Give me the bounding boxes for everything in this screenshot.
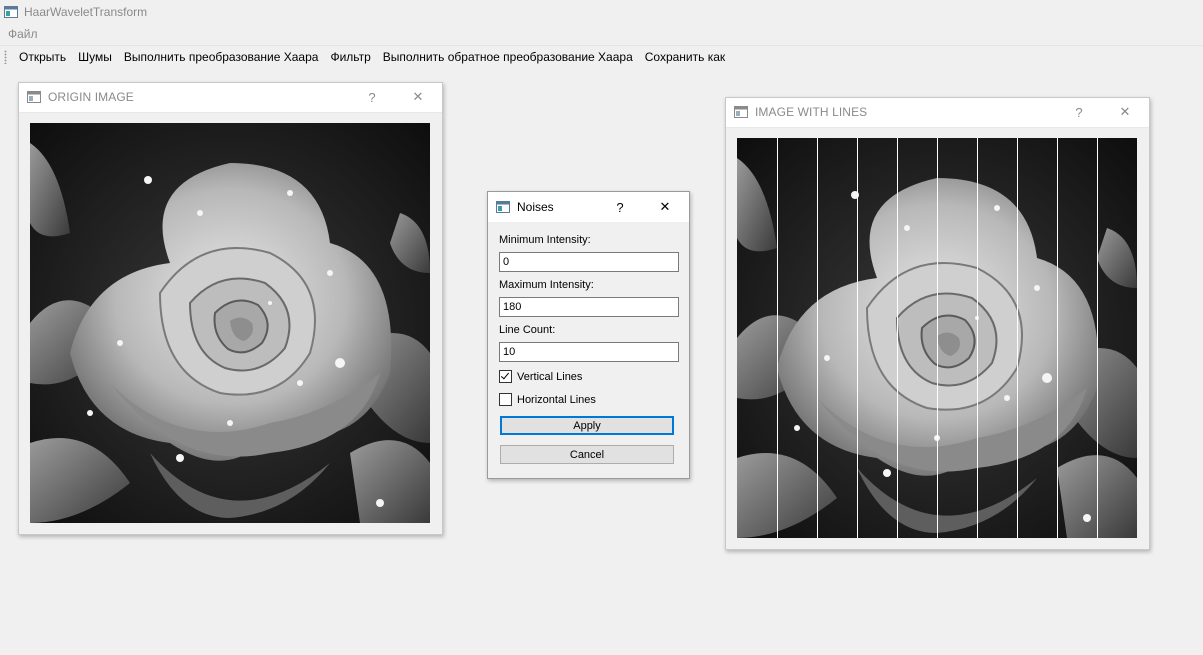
dialog-close-icon[interactable]: ✕ (657, 199, 673, 215)
horizontal-lines-checkbox[interactable] (499, 393, 512, 406)
origin-image-title: ORIGIN IMAGE (48, 90, 134, 104)
line-count-input[interactable] (499, 342, 679, 362)
save-as-button[interactable]: Сохранить как (639, 48, 731, 66)
help-button[interactable]: ? (364, 89, 380, 105)
noises-dialog-title: Noises (517, 200, 554, 214)
image-with-lines-title: IMAGE WITH LINES (755, 105, 868, 119)
toolbar: Открыть Шумы Выполнить преобразование Ха… (0, 45, 1203, 68)
max-intensity-label: Maximum Intensity: (499, 279, 594, 291)
line-count-label: Line Count: (499, 324, 556, 336)
open-button[interactable]: Открыть (13, 48, 72, 66)
vertical-lines-checkbox-row[interactable]: Vertical Lines (499, 370, 582, 383)
noises-dialog: Noises ? ✕ Minimum Intensity: Maximum In… (487, 191, 690, 479)
cancel-button[interactable]: Cancel (500, 445, 674, 464)
origin-image-window: ORIGIN IMAGE ? ✕ (18, 82, 443, 535)
vertical-lines-label: Vertical Lines (517, 370, 583, 383)
noises-button[interactable]: Шумы (72, 48, 118, 66)
dialog-help-button[interactable]: ? (612, 199, 628, 215)
vertical-lines-checkbox[interactable] (499, 370, 512, 383)
menu-file[interactable]: Файл (8, 25, 38, 43)
app-titlebar: HaarWaveletTransform (0, 0, 1203, 23)
toolbar-grip[interactable] (4, 50, 7, 64)
image-with-lines-window: IMAGE WITH LINES ? ✕ (725, 97, 1150, 550)
min-intensity-input[interactable] (499, 252, 679, 272)
dialog-icon (496, 201, 510, 213)
close-icon[interactable]: ✕ (410, 89, 426, 105)
app-title: HaarWaveletTransform (24, 4, 148, 19)
max-intensity-input[interactable] (499, 297, 679, 317)
horizontal-lines-label: Horizontal Lines (517, 393, 596, 406)
inverse-haar-button[interactable]: Выполнить обратное преобразование Хаара (377, 48, 639, 66)
origin-image (30, 123, 430, 523)
app-icon (4, 5, 18, 18)
image-with-lines (737, 138, 1137, 538)
help-button[interactable]: ? (1071, 104, 1087, 120)
noises-dialog-titlebar[interactable]: Noises ? ✕ (488, 192, 689, 222)
menubar: Файл (0, 23, 1203, 44)
origin-image-body (19, 112, 442, 534)
image-with-lines-body (726, 127, 1149, 549)
filter-button[interactable]: Фильтр (324, 48, 376, 66)
min-intensity-label: Minimum Intensity: (499, 234, 591, 246)
image-with-lines-titlebar[interactable]: IMAGE WITH LINES ? ✕ (726, 98, 1149, 126)
window-icon (734, 106, 748, 118)
window-icon (27, 91, 41, 103)
horizontal-lines-checkbox-row[interactable]: Horizontal Lines (499, 393, 596, 406)
haar-transform-button[interactable]: Выполнить преобразование Хаара (118, 48, 325, 66)
close-icon[interactable]: ✕ (1117, 104, 1133, 120)
origin-image-titlebar[interactable]: ORIGIN IMAGE ? ✕ (19, 83, 442, 111)
apply-button[interactable]: Apply (500, 416, 674, 435)
